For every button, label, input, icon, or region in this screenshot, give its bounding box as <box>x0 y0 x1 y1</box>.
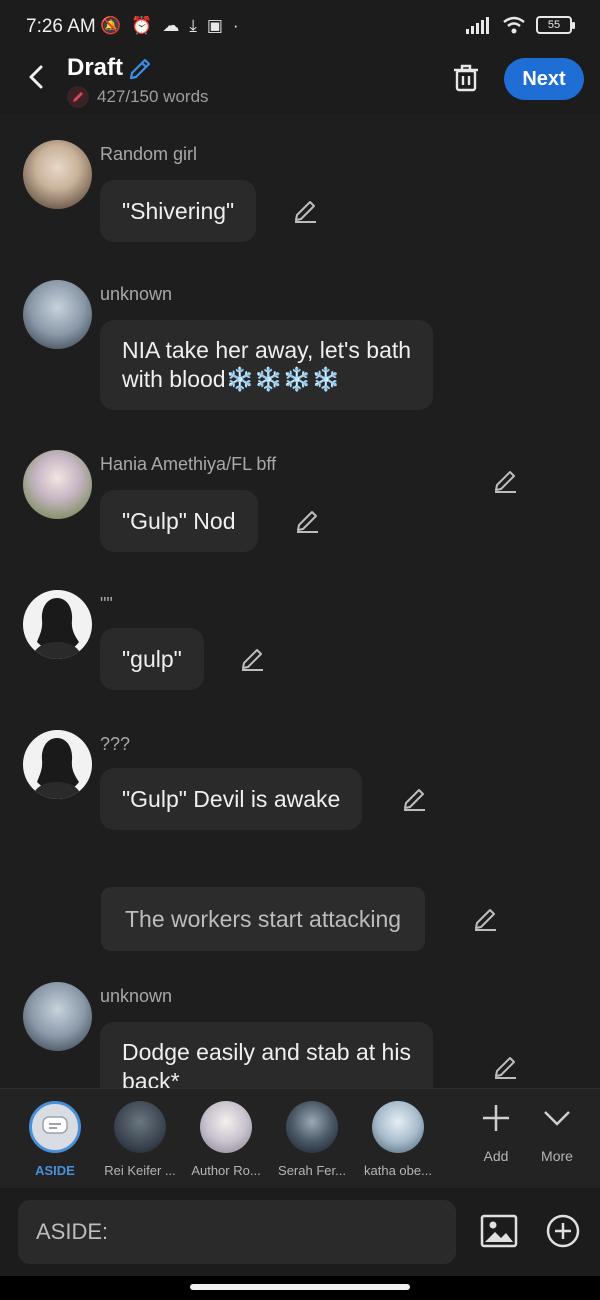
cloud-icon: ☁ <box>162 16 180 35</box>
silhouette-avatar[interactable] <box>23 730 92 799</box>
sender-name: ??? <box>100 734 131 754</box>
page-title: Draft <box>67 54 124 81</box>
plus-icon <box>483 1105 509 1131</box>
character-label: ASIDE <box>35 1163 75 1178</box>
message-bubble[interactable]: "Shivering" <box>100 180 257 242</box>
back-arrow-icon[interactable] <box>22 62 52 92</box>
character-label: Serah Fer... <box>278 1163 346 1178</box>
composer <box>0 1188 600 1276</box>
next-button[interactable]: Next <box>504 58 584 100</box>
edit-title-icon[interactable] <box>127 56 153 82</box>
avatar <box>114 1101 166 1153</box>
more-characters-button[interactable]: More <box>527 1103 587 1164</box>
avatar <box>286 1101 338 1153</box>
word-count: 427/150 words <box>97 87 209 106</box>
avatar[interactable] <box>23 140 92 209</box>
avatar <box>200 1101 252 1153</box>
app-notification-icon: ▣ <box>206 16 223 35</box>
trash-icon[interactable] <box>450 62 482 94</box>
avatar <box>372 1101 424 1153</box>
sender-name: Hania Amethiya/FL bff <box>100 454 277 474</box>
message-text-line: NIA take her away, let's bath <box>122 337 412 363</box>
pencil-badge-icon <box>67 86 89 108</box>
edit-message-icon[interactable] <box>492 468 518 494</box>
edit-message-icon[interactable] <box>401 786 427 812</box>
app-header: Draft 427/150 words Next <box>0 50 600 114</box>
message-bubble[interactable]: "Gulp" Nod <box>100 490 258 552</box>
avatar[interactable] <box>23 280 92 349</box>
message-bubble[interactable]: Dodge easily and stab at his back* <box>100 1022 433 1088</box>
character-serah-fer[interactable]: Serah Fer... <box>269 1101 355 1178</box>
system-nav-bar <box>0 1276 600 1300</box>
edit-message-icon[interactable] <box>239 646 265 672</box>
character-label: Rei Keifer ... <box>104 1163 176 1178</box>
sender-name: unknown <box>100 986 173 1006</box>
sender-name: unknown <box>100 284 173 304</box>
edit-message-icon[interactable] <box>294 508 320 534</box>
aside-avatar <box>29 1101 81 1153</box>
more-label: More <box>541 1148 573 1164</box>
message-bubble[interactable]: NIA take her away, let's bath with blood… <box>100 320 434 410</box>
edit-narration-icon[interactable] <box>472 906 498 932</box>
edit-message-icon[interactable] <box>292 198 318 224</box>
status-icons-right: 55 <box>466 16 575 34</box>
sender-name: "" <box>100 594 113 614</box>
wifi-icon <box>503 16 525 34</box>
alarm-icon: ⏰ <box>131 16 153 35</box>
chat-bubble-icon <box>42 1116 68 1134</box>
avatar[interactable] <box>23 982 92 1051</box>
character-katha-obe[interactable]: katha obe... <box>355 1101 441 1178</box>
narration-bubble[interactable]: The workers start attacking <box>101 887 426 951</box>
chevron-down-icon <box>544 1111 570 1126</box>
status-bar: 7:26 AM 🔕 ⏰ ☁ ⤓ ▣ · 55 <box>0 0 600 56</box>
character-aside[interactable]: ASIDE <box>12 1101 98 1178</box>
silhouette-avatar[interactable] <box>23 590 92 659</box>
edit-message-icon[interactable] <box>492 1054 518 1080</box>
message-feed[interactable]: Random girl "Shivering" unknown NIA take… <box>0 114 600 1088</box>
add-circle-icon[interactable] <box>544 1212 582 1250</box>
signal-icon <box>466 17 489 34</box>
status-icons-left: 🔕 ⏰ ☁ ⤓ ▣ · <box>100 16 239 36</box>
person-silhouette-icon <box>31 598 83 659</box>
message-text-line: back* <box>122 1068 180 1088</box>
message-text-line: with blood❄️❄️❄️❄️ <box>122 366 341 392</box>
message-bubble[interactable]: "gulp" <box>100 628 204 690</box>
status-time: 7:26 AM <box>26 16 96 37</box>
character-label: Author Ro... <box>191 1163 261 1178</box>
battery-icon: 55 <box>536 16 575 34</box>
avatar[interactable] <box>23 450 92 519</box>
word-count-row: 427/150 words <box>67 86 209 108</box>
mute-icon: 🔕 <box>100 16 122 35</box>
home-indicator[interactable] <box>190 1284 410 1290</box>
message-input[interactable] <box>18 1200 456 1264</box>
image-icon[interactable] <box>480 1212 518 1250</box>
dot-icon: · <box>232 16 239 35</box>
download-icon: ⤓ <box>189 16 197 35</box>
person-silhouette-icon <box>31 738 83 799</box>
add-character-button[interactable]: Add <box>466 1103 526 1164</box>
character-selector-bar: ASIDE Rei Keifer ... Author Ro... Serah … <box>0 1088 600 1188</box>
add-label: Add <box>483 1148 509 1164</box>
message-bubble[interactable]: "Gulp" Devil is awake <box>100 768 363 830</box>
message-text-line: Dodge easily and stab at his <box>122 1039 411 1065</box>
character-author-ro[interactable]: Author Ro... <box>183 1101 269 1178</box>
sender-name: Random girl <box>100 144 198 164</box>
character-label: katha obe... <box>364 1163 432 1178</box>
character-rei-keifer[interactable]: Rei Keifer ... <box>97 1101 183 1178</box>
